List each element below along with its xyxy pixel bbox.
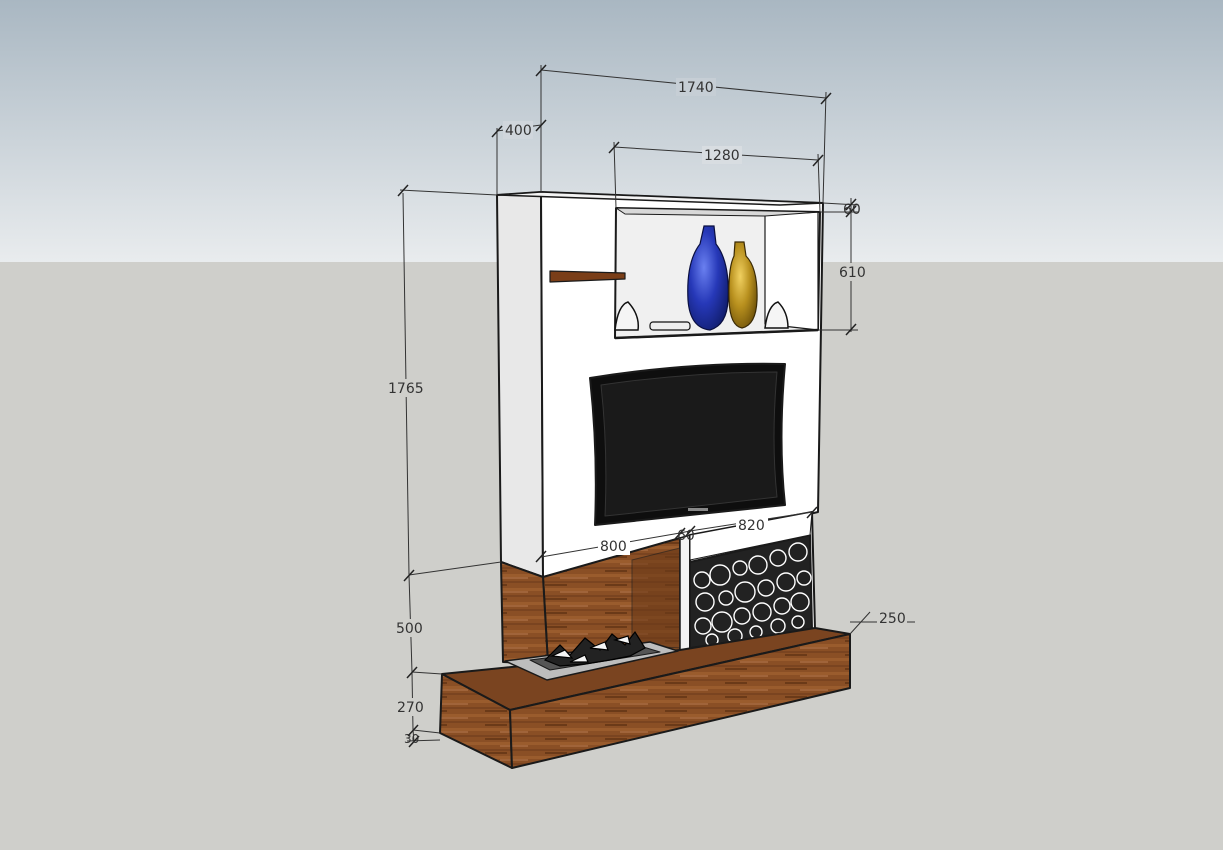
sketchup-model-viewport: 1740 400 1280 60 610 1765 800 60 820 500… (0, 0, 1223, 850)
dim-fireplace-width: 800 (600, 539, 627, 555)
dim-plinth-depth: 250 (879, 611, 906, 627)
fireplace-opening-inner (631, 547, 681, 649)
dim-plinth-bottom: 30 (404, 732, 419, 746)
dim-divider-width: 60 (677, 528, 695, 544)
fireplace-wall-unit (496, 191, 824, 665)
dim-niche-height: 610 (839, 265, 866, 281)
dim-niche-width: 1280 (704, 148, 740, 164)
wall-side-face (496, 191, 544, 578)
tv-logo (688, 508, 708, 511)
dim-total-height: 1765 (388, 381, 424, 397)
dim-niche-top-offset: 60 (843, 202, 861, 218)
dim-plinth-height: 270 (397, 700, 424, 716)
tv-screen (600, 371, 778, 517)
dim-log-store-width: 820 (738, 518, 765, 534)
dim-base-height: 500 (396, 621, 423, 637)
dim-total-width: 1740 (678, 80, 714, 96)
decor-tray (649, 321, 691, 331)
base-left-side (500, 561, 549, 665)
dim-side-depth: 400 (505, 123, 532, 139)
divider-column (679, 534, 691, 652)
